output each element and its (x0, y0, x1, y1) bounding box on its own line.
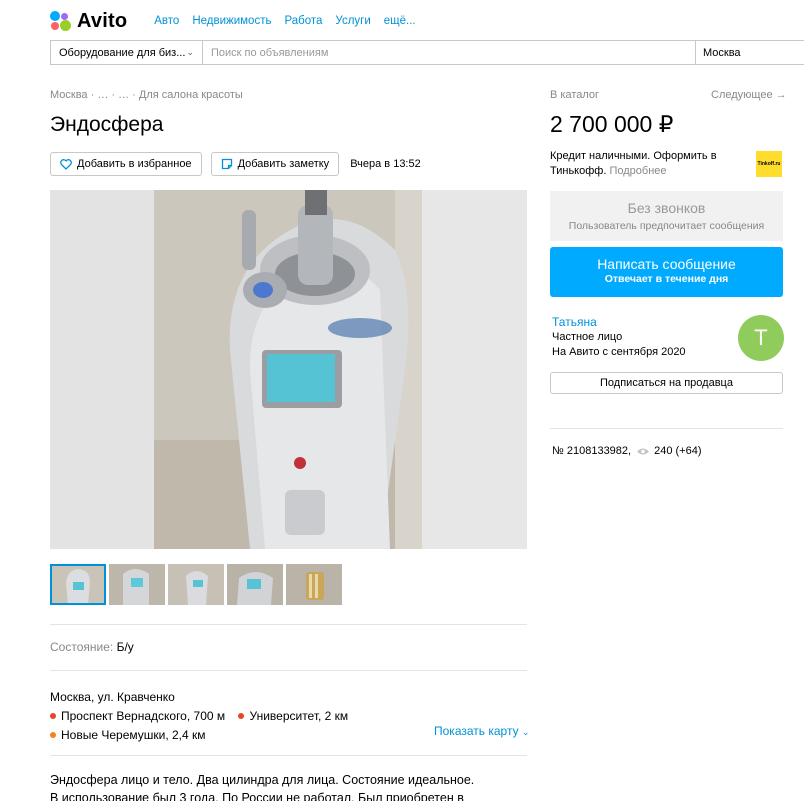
main-photo[interactable] (50, 190, 527, 549)
no-calls-subtitle: Пользователь предпочитает сообщения (568, 220, 765, 232)
show-map-link[interactable]: Показать карту ⌄ (434, 724, 529, 738)
nav-services[interactable]: Услуги (335, 15, 370, 27)
thumbnail-5[interactable] (286, 564, 342, 605)
thumbnail-3[interactable] (168, 564, 224, 605)
price: 2 700 000 ₽ (550, 111, 674, 137)
nav-realty[interactable]: Недвижимость (192, 15, 271, 27)
subscribe-seller-button[interactable]: Подписаться на продавца (550, 372, 783, 394)
thumbnail-1[interactable] (50, 564, 106, 605)
category-select-value: Оборудование для биз... (59, 46, 186, 59)
heart-icon (60, 158, 72, 170)
search-bar: Оборудование для биз... ⌄ Москва (50, 40, 804, 65)
seller-name[interactable]: Татьяна (552, 315, 597, 329)
no-calls-title: Без звонков (627, 200, 706, 216)
nav-auto[interactable]: Авто (154, 15, 179, 27)
note-icon (221, 158, 233, 170)
address-text: Москва, ул. Кравченко (50, 690, 175, 704)
search-input[interactable] (203, 41, 695, 64)
add-note-label: Добавить заметку (237, 158, 330, 170)
tinkoff-logo[interactable]: Tinkoff.ru (756, 151, 782, 177)
metro-station: Проспект Вернадского, 700 м (50, 707, 225, 725)
chevron-down-icon: ⌄ (186, 47, 194, 57)
posted-date: Вчера в 13:52 (350, 158, 421, 170)
write-message-button[interactable]: Написать сообщение Отвечает в течение дн… (550, 247, 783, 297)
condition: Состояние: Б/у (50, 640, 134, 654)
avito-logo[interactable]: Avito (50, 10, 127, 33)
metro-dot-icon (238, 713, 245, 719)
seller-type: Частное лицо (552, 331, 623, 343)
credit-offer: Кредит наличными. Оформить в Тинькофф. П… (550, 149, 725, 179)
condition-label: Состояние: (50, 640, 114, 654)
nav-more[interactable]: ещё... (384, 15, 416, 27)
chevron-down-icon: ⌄ (521, 727, 530, 737)
divider (50, 755, 527, 756)
city-field[interactable]: Москва (695, 41, 804, 64)
category-select[interactable]: Оборудование для биз... ⌄ (51, 41, 203, 64)
metro-station-name: Проспект Вернадского, 700 м (61, 709, 226, 723)
add-favorite-label: Добавить в избранное (77, 158, 192, 170)
add-favorite-button[interactable]: Добавить в избранное (50, 152, 202, 176)
response-time: Отвечает в течение дня (604, 273, 729, 285)
metro-dot-icon (50, 732, 56, 738)
listing-actions: Добавить в избранное Добавить заметку Вч… (50, 152, 421, 176)
endosphere-device-image (50, 190, 527, 549)
description: Эндосфера лицо и тело. Два цилиндра для … (50, 773, 475, 801)
divider (50, 624, 527, 625)
catalog-link[interactable]: В каталог (550, 89, 599, 101)
metro-station-name: Университет, 2 км (249, 709, 349, 723)
ad-number: № 2108133982, (552, 445, 632, 457)
metro-station: Новые Черемушки, 2,4 км (50, 726, 206, 744)
metro-dot-icon (50, 713, 56, 719)
ad-meta: № 2108133982, 240 (+64) (552, 445, 702, 457)
condition-value: Б/у (116, 640, 134, 654)
divider (50, 670, 527, 671)
avatar[interactable]: Т (738, 315, 784, 361)
logo-text: Avito (77, 9, 128, 32)
nav-jobs[interactable]: Работа (284, 15, 322, 27)
logo-dots-icon (50, 10, 72, 32)
thumbnail-4[interactable] (227, 564, 283, 605)
page-title: Эндосфера (50, 113, 164, 136)
view-count: 240 (+64) (654, 445, 702, 457)
show-map-label: Показать карту (434, 724, 519, 738)
next-listing-link[interactable]: Следующее → (711, 89, 787, 101)
top-nav: Avito Авто Недвижимость Работа Услуги ещ… (50, 8, 416, 34)
breadcrumb[interactable]: Москва · … · … · Для салона красоты (50, 89, 243, 101)
write-message-label: Написать сообщение (597, 256, 736, 272)
metro-station: Университет, 2 км (238, 707, 348, 725)
thumbnail-2[interactable] (109, 564, 165, 605)
divider (550, 428, 783, 429)
add-note-button[interactable]: Добавить заметку (210, 152, 340, 176)
seller-since: На Авито с сентября 2020 (552, 346, 686, 358)
metro-station-name: Новые Черемушки, 2,4 км (61, 728, 206, 742)
eye-icon (636, 447, 650, 456)
thumbnail-strip (50, 564, 345, 605)
credit-more-link[interactable]: Подробнее (609, 165, 666, 177)
no-calls-notice: Без звонков Пользователь предпочитает со… (550, 191, 783, 241)
